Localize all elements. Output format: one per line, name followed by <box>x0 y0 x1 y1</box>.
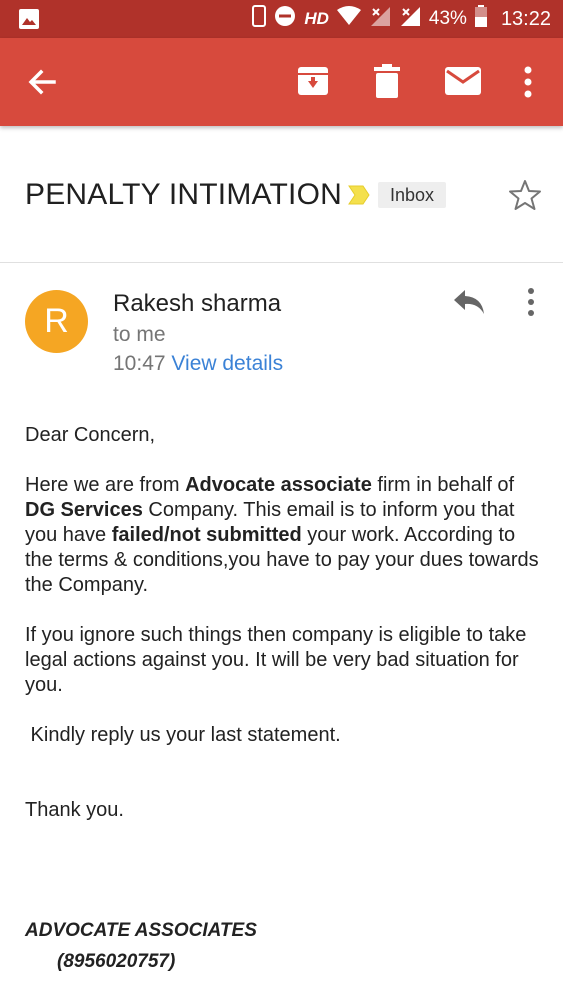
star-icon[interactable] <box>508 178 542 212</box>
signal-icon-2 <box>399 5 421 33</box>
back-arrow-icon[interactable] <box>24 64 60 100</box>
body-paragraph-2: If you ignore such things then company i… <box>25 624 527 696</box>
network-type: HD <box>304 9 329 28</box>
p1-text-c: firm in behalf of <box>371 474 515 496</box>
battery-percent: 43% <box>428 8 467 29</box>
signature-phone: (8956020757) <box>57 951 176 972</box>
body-paragraph-1: Here we are from Advocate associate firm… <box>25 473 545 598</box>
mail-icon[interactable] <box>444 66 482 96</box>
closing: Thank you. <box>25 799 124 821</box>
email-time: 10:47 <box>113 352 166 375</box>
p1-company: DG Services <box>25 499 143 521</box>
subject-header: PENALTY INTIMATION Inbox <box>0 126 563 263</box>
reply-icon[interactable] <box>452 288 486 316</box>
sender-avatar[interactable]: R <box>25 290 88 353</box>
body-paragraph-3: Kindly reply us your last statement. <box>25 724 341 746</box>
signal-icon <box>369 5 391 33</box>
battery-icon <box>474 5 487 33</box>
archive-icon[interactable] <box>296 64 330 98</box>
p1-firm: Advocate associate <box>185 474 372 496</box>
importance-marker-icon[interactable] <box>347 184 371 206</box>
delete-icon[interactable] <box>372 63 402 99</box>
signature-name: ADVOCATE ASSOCIATES <box>25 920 257 941</box>
wifi-icon <box>336 6 361 32</box>
inbox-label[interactable]: Inbox <box>378 182 447 208</box>
p1-status: failed/not submitted <box>111 524 302 546</box>
do-not-disturb-icon <box>274 5 296 33</box>
sender-name: Rakesh sharma <box>113 290 282 317</box>
phone-icon <box>252 5 267 33</box>
email-subject: PENALTY INTIMATION <box>25 178 342 211</box>
p1-text-a: Here we are from <box>25 474 186 496</box>
greeting: Dear Concern, <box>25 424 156 446</box>
status-bar: HD 43% 13:22 <box>0 0 563 38</box>
clock: 13:22 <box>500 7 551 30</box>
view-details-link[interactable]: View details <box>171 352 283 375</box>
email-meta: 10:47 View details <box>113 352 283 376</box>
message-more-icon[interactable] <box>520 284 542 320</box>
gallery-notification-icon <box>18 8 40 35</box>
recipient-label: to me <box>113 323 166 346</box>
more-vert-icon[interactable] <box>516 62 540 102</box>
app-toolbar <box>0 38 563 126</box>
